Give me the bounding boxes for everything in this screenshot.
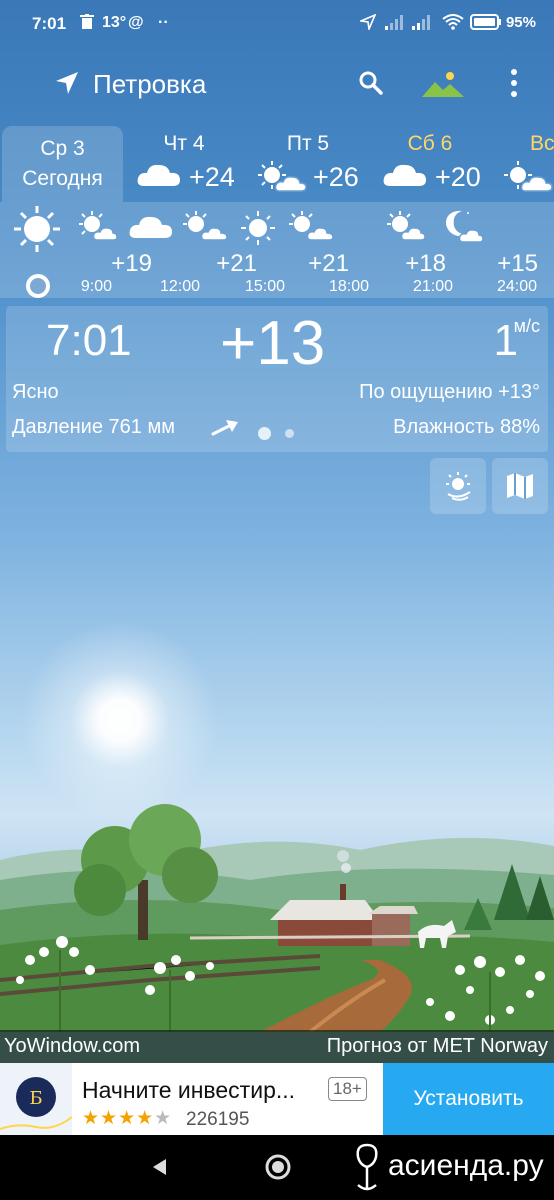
sun-cloud-icon [386, 210, 426, 247]
day-name: Чт 4 [163, 132, 205, 155]
day-label: Сегодня [22, 167, 103, 190]
location-arrow-icon [358, 13, 377, 35]
navigation-icon[interactable] [54, 70, 80, 101]
sun-icon [12, 204, 62, 259]
condition-text: Ясно [12, 381, 59, 403]
ad-logo: Б [0, 1063, 73, 1135]
landscape-icon[interactable] [422, 70, 464, 103]
day-tab-thu[interactable]: Чт 4 +24 [124, 126, 244, 202]
day-name: Пт 5 [286, 132, 330, 155]
day-temp: +26 [313, 162, 359, 192]
wind-unit: м/с [513, 316, 540, 336]
watermark-logo-icon [352, 1141, 382, 1198]
location-name[interactable]: Петровка [93, 69, 206, 100]
signal-1-icon [385, 14, 405, 35]
daily-forecast-strip: Ср 3 Сегодня Чт 4 +24 Пт 5 +26 Сб 6 +20 … [0, 126, 554, 202]
day-tab-today[interactable]: Ср 3 Сегодня [2, 126, 123, 202]
status-bar: 7:01 13° @ ·· 95% [0, 0, 554, 50]
day-name: Сб 6 [407, 132, 453, 155]
sun-cloud-icon [182, 210, 232, 247]
search-icon[interactable] [358, 70, 384, 101]
yowindow-link[interactable]: YoWindow.com [4, 1035, 140, 1058]
sun-cloud-icon [502, 160, 554, 197]
sun-cloud-icon [288, 210, 338, 247]
wifi-icon [442, 14, 464, 35]
map-button[interactable] [492, 458, 548, 514]
sun-cloud-icon [256, 160, 308, 197]
rating-stars: ★★★★★ [82, 1108, 173, 1129]
hour-time: 15:00 [244, 278, 285, 295]
hour-time: 9:00 [80, 278, 112, 295]
day-tab-fri[interactable]: Пт 5 +26 [248, 126, 368, 202]
trash-icon [80, 14, 94, 35]
toolbar: Петровка [0, 58, 554, 112]
hourly-forecast: +19 9:00 12:00 +21 15:00 +21 18:00 +18 2… [0, 202, 554, 298]
svg-text:Б: Б [29, 1088, 42, 1109]
battery-icon [470, 14, 502, 35]
system-nav-bar: асиенда.ру [0, 1135, 554, 1200]
hour-time: 21:00 [412, 278, 453, 295]
battery-percent: 95% [505, 14, 536, 31]
day-tab-sat[interactable]: Сб 6 +20 [370, 126, 490, 202]
credit-bar: YoWindow.com Прогноз от MET Norway [0, 1030, 554, 1063]
feels-like: По ощущению +13° [359, 381, 540, 403]
pressure-trend-icon [211, 418, 239, 441]
current-temperature: +13 [220, 309, 326, 378]
status-time: 7:01 [32, 14, 67, 33]
hour-temp: +19 [111, 250, 152, 277]
humidity: Влажность 88% [393, 416, 540, 438]
at-icon: @ [128, 14, 144, 31]
page-indicator-active [258, 427, 271, 440]
pressure: Давление 761 мм [12, 416, 175, 438]
sun-icon [240, 210, 276, 251]
current-time: 7:01 [46, 316, 132, 365]
landscape-scene [0, 804, 554, 1032]
sun-cloud-icon [78, 210, 118, 247]
temp-badge: 13° [102, 14, 127, 31]
current-weather-panel[interactable]: 7:01 +13 1 м/с Ясно По ощущению +13° Дав… [6, 306, 548, 452]
install-button[interactable]: Установить [383, 1063, 554, 1135]
signal-2-icon [412, 14, 432, 35]
day-tab-sun[interactable]: Вс [494, 126, 554, 202]
hour-temp: +18 [405, 250, 446, 277]
hour-temp: +21 [216, 250, 257, 277]
cloud-icon [136, 160, 182, 193]
more-dots-icon: ·· [158, 14, 169, 31]
back-icon[interactable] [150, 1157, 168, 1182]
watermark-text: асиенда.ру [388, 1149, 544, 1182]
day-name: Вс [530, 132, 554, 155]
cloud-icon [128, 212, 174, 245]
age-rating-badge: 18+ [328, 1077, 367, 1101]
hour-time: 12:00 [159, 278, 200, 295]
weather-effects-button[interactable] [430, 458, 486, 514]
home-icon[interactable] [264, 1153, 292, 1186]
moon-cloud-icon [440, 208, 484, 249]
hour-time: 18:00 [328, 278, 369, 295]
rating-count: 226195 [186, 1109, 250, 1130]
forecast-source[interactable]: Прогноз от MET Norway [327, 1035, 548, 1058]
hour-time: 24:00 [496, 278, 537, 295]
ad-title: Начните инвестир... [82, 1077, 296, 1103]
page-indicator [285, 429, 294, 438]
day-name: Ср 3 [40, 137, 85, 160]
overflow-menu-icon[interactable] [509, 68, 519, 103]
hour-temp: +15 [497, 250, 538, 277]
sun-wind-icon [442, 470, 474, 507]
map-icon [504, 470, 536, 507]
cloud-icon [382, 160, 428, 193]
day-temp: +20 [435, 162, 481, 192]
hour-temp: +21 [308, 250, 349, 277]
day-temp: +24 [189, 162, 235, 192]
ad-banner[interactable]: Б Начните инвестир... 18+ ★★★★★ 226195 У… [0, 1063, 554, 1135]
